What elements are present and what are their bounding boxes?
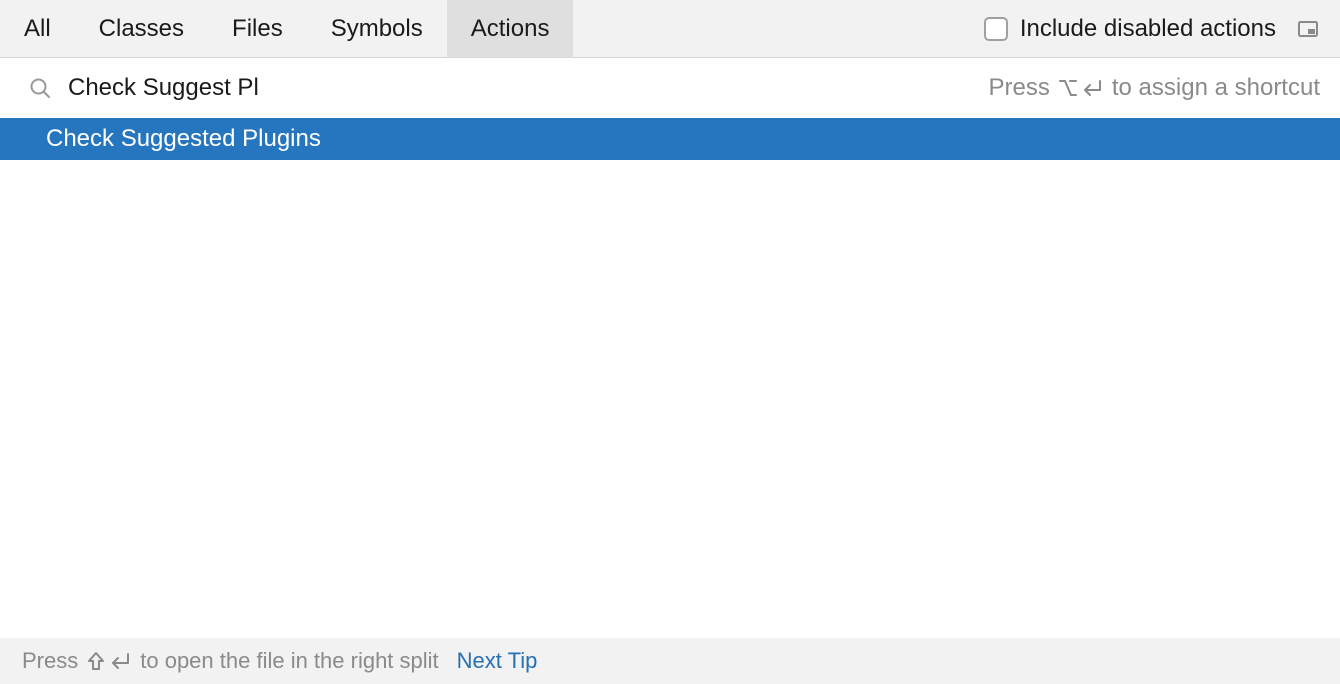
result-item[interactable]: Check Suggested Plugins: [0, 118, 1340, 160]
tab-actions[interactable]: Actions: [447, 0, 574, 57]
footer-bar: Press to open the file in the right spli…: [0, 638, 1340, 684]
tab-all[interactable]: All: [0, 0, 75, 57]
tab-label: Classes: [99, 15, 184, 43]
next-tip-link[interactable]: Next Tip: [457, 648, 538, 674]
footer-hint-suffix: to open the file in the right split: [140, 648, 438, 674]
shift-enter-icon: [86, 650, 132, 672]
tab-label: Files: [232, 15, 283, 43]
results-list: Check Suggested Plugins: [0, 118, 1340, 638]
hint-text: Press: [989, 74, 1050, 102]
result-label: Check Suggested Plugins: [46, 125, 321, 153]
include-disabled-label: Include disabled actions: [1020, 15, 1276, 43]
search-row: Press to assign a shortcut: [0, 58, 1340, 118]
checkbox-box-icon: [984, 17, 1008, 41]
footer-hint-prefix: Press: [22, 648, 78, 674]
hint-text: to assign a shortcut: [1112, 74, 1320, 102]
assign-shortcut-hint: Press to assign a shortcut: [989, 74, 1320, 102]
tab-bar: All Classes Files Symbols Actions Includ…: [0, 0, 1340, 58]
include-disabled-checkbox[interactable]: Include disabled actions: [984, 15, 1276, 43]
search-input[interactable]: [68, 74, 308, 102]
tab-classes[interactable]: Classes: [75, 0, 208, 57]
search-icon: [28, 76, 52, 100]
pin-icon[interactable]: [1296, 17, 1320, 41]
tab-symbols[interactable]: Symbols: [307, 0, 447, 57]
option-enter-icon: [1058, 77, 1104, 99]
tab-files[interactable]: Files: [208, 0, 307, 57]
tab-label: Symbols: [331, 15, 423, 43]
tabs: All Classes Files Symbols Actions: [0, 0, 573, 57]
tab-label: Actions: [471, 15, 550, 43]
tab-label: All: [24, 15, 51, 43]
